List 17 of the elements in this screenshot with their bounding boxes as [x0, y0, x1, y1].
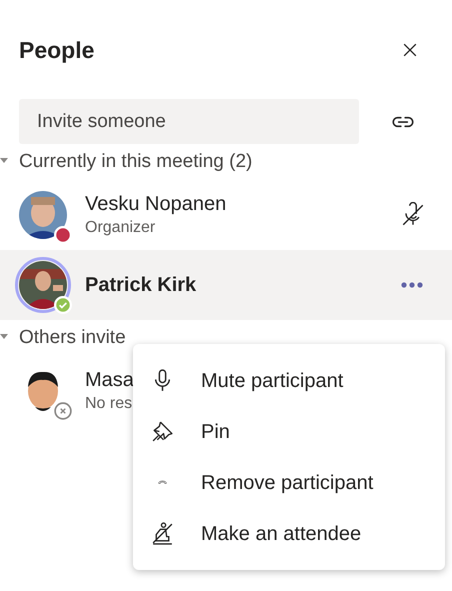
- participant-role: No res: [85, 394, 132, 414]
- invite-field[interactable]: Invite someone: [19, 99, 359, 144]
- participant-name: Vesku Nopanen: [85, 192, 226, 217]
- panel-title: People: [19, 36, 94, 65]
- person-slash-icon: [150, 521, 175, 546]
- section-header[interactable]: Others invite: [19, 324, 126, 352]
- pin-icon: [150, 419, 175, 444]
- participant-row[interactable]: Patrick Kirk: [0, 250, 452, 320]
- menu-item[interactable]: Remove participant: [133, 457, 445, 508]
- participant-role: Organizer: [85, 218, 156, 238]
- more-icon: [400, 281, 424, 289]
- menu-item[interactable]: Pin: [133, 406, 445, 457]
- participant-name: Masa: [85, 368, 134, 393]
- section-header[interactable]: Currently in this meeting (2): [19, 148, 252, 176]
- menu-item[interactable]: Mute participant: [133, 355, 445, 406]
- participant-name: Patrick Kirk: [85, 273, 196, 298]
- menu-item[interactable]: Make an attendee: [133, 508, 445, 559]
